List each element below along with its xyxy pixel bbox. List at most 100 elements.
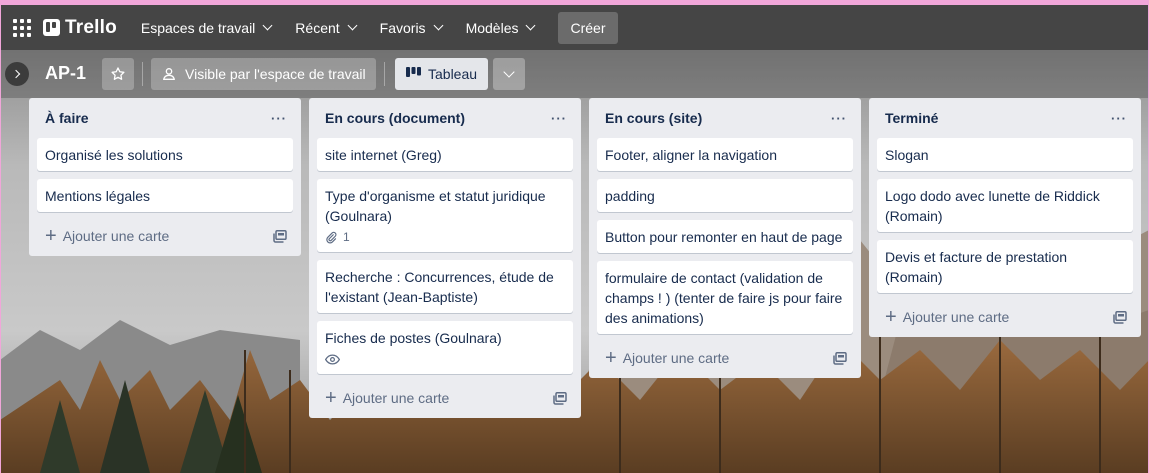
list-menu-button[interactable]: ···: [825, 104, 853, 132]
nav-templates[interactable]: Modèles: [456, 12, 545, 44]
add-card-label: Ajouter une carte: [622, 350, 730, 366]
board-title[interactable]: AP-1: [45, 63, 86, 84]
template-icon[interactable]: [273, 229, 287, 243]
chevron-down-icon: [262, 20, 273, 31]
view-switcher-dropdown[interactable]: [493, 58, 525, 90]
plus-icon: +: [605, 347, 617, 369]
add-card-label: Ajouter une carte: [62, 228, 170, 244]
card-title: site internet (Greg): [325, 147, 442, 163]
list-header: À faire ···: [37, 98, 293, 138]
template-icon[interactable]: [833, 351, 847, 365]
list-menu-button[interactable]: ···: [545, 104, 573, 132]
sidebar-toggle-button[interactable]: [5, 62, 29, 86]
nav-label: Récent: [295, 19, 340, 36]
chevron-down-icon: [526, 20, 536, 31]
list-footer: + Ajouter une carte: [317, 382, 573, 414]
logo-text: Trello: [65, 16, 117, 38]
card-title: Fiches de postes (Goulnara): [325, 330, 502, 346]
chevron-right-icon: [11, 69, 21, 79]
list-header: Terminé ···: [877, 98, 1133, 138]
card[interactable]: Logo dodo avec lunette de Riddick (Romai…: [877, 179, 1133, 232]
divider: [384, 62, 385, 86]
list-en-cours-site: En cours (site) ··· Footer, aligner la n…: [589, 98, 861, 378]
card-title: Slogan: [885, 147, 929, 163]
top-header: Trello Espaces de travail Récent Favoris…: [0, 5, 1149, 50]
card-title: formulaire de contact (validation de cha…: [605, 270, 843, 326]
card[interactable]: Mentions légales: [37, 179, 293, 212]
template-icon[interactable]: [1113, 310, 1127, 324]
add-card-button[interactable]: + Ajouter une carte: [885, 306, 1010, 328]
window-border-top: [0, 0, 1149, 5]
list-title[interactable]: En cours (site): [605, 110, 702, 126]
card-title: Footer, aligner la navigation: [605, 147, 777, 163]
card[interactable]: Button pour remonter en haut de page: [597, 220, 853, 253]
visibility-label: Visible par l'espace de travail: [185, 66, 366, 82]
list-title[interactable]: Terminé: [885, 110, 938, 126]
plus-icon: +: [325, 387, 337, 409]
attachment-badge: 1: [325, 228, 565, 246]
list-en-cours-document: En cours (document) ··· site internet (G…: [309, 98, 581, 418]
list-title[interactable]: En cours (document): [325, 110, 465, 126]
nav-label: Favoris: [379, 19, 426, 36]
watch-badge: [325, 350, 565, 368]
card-title: Organisé les solutions: [45, 147, 183, 163]
card[interactable]: Type d'organisme et statut juridique (Go…: [317, 179, 573, 252]
card[interactable]: Fiches de postes (Goulnara): [317, 321, 573, 374]
add-card-label: Ajouter une carte: [342, 390, 450, 406]
list-a-faire: À faire ··· Organisé les solutions Menti…: [29, 98, 301, 256]
card[interactable]: Slogan: [877, 138, 1133, 171]
card-title: Logo dodo avec lunette de Riddick (Romai…: [885, 188, 1100, 224]
view-label: Tableau: [428, 66, 478, 82]
list-footer: + Ajouter une carte: [37, 220, 293, 252]
add-card-button[interactable]: + Ajouter une carte: [45, 225, 170, 247]
list-header: En cours (site) ···: [597, 98, 853, 138]
nav-label: Espaces de travail: [140, 19, 256, 36]
plus-icon: +: [45, 225, 57, 247]
card-title: padding: [605, 188, 655, 204]
apps-grid-icon[interactable]: [11, 17, 33, 39]
add-card-label: Ajouter une carte: [902, 309, 1010, 325]
board-view-icon: [406, 67, 421, 77]
board-view-button[interactable]: Tableau: [395, 58, 489, 90]
chevron-down-icon: [347, 20, 358, 31]
card[interactable]: Recherche : Concurrences, étude de l'exi…: [317, 260, 573, 313]
chevron-down-icon: [433, 20, 444, 31]
list-footer: + Ajouter une carte: [597, 342, 853, 374]
list-termine: Terminé ··· Slogan Logo dodo avec lunett…: [869, 98, 1141, 337]
list-footer: + Ajouter une carte: [877, 301, 1133, 333]
card[interactable]: Devis et facture de prestation (Romain): [877, 240, 1133, 293]
trello-logo[interactable]: Trello: [43, 17, 117, 39]
board-header: AP-1 Visible par l'espace de travail Tab…: [0, 50, 1149, 98]
trello-logo-icon: [43, 19, 60, 36]
card[interactable]: padding: [597, 179, 853, 212]
card[interactable]: Organisé les solutions: [37, 138, 293, 171]
visibility-button[interactable]: Visible par l'espace de travail: [151, 58, 376, 90]
nav-recent[interactable]: Récent: [285, 12, 365, 44]
people-icon: [163, 68, 175, 80]
card-title: Devis et facture de prestation (Romain): [885, 249, 1068, 285]
nav-workspaces[interactable]: Espaces de travail: [131, 12, 281, 44]
window-border-left: [0, 5, 1, 473]
eye-icon: [325, 353, 340, 365]
divider: [142, 62, 143, 86]
nav-starred[interactable]: Favoris: [370, 12, 452, 44]
card[interactable]: Footer, aligner la navigation: [597, 138, 853, 171]
add-card-button[interactable]: + Ajouter une carte: [325, 387, 450, 409]
card-title: Recherche : Concurrences, étude de l'exi…: [325, 269, 554, 305]
card[interactable]: formulaire de contact (validation de cha…: [597, 261, 853, 334]
card-title: Type d'organisme et statut juridique (Go…: [325, 188, 546, 224]
create-button[interactable]: Créer: [558, 11, 618, 44]
star-icon: [111, 67, 125, 80]
list-menu-button[interactable]: ···: [1105, 104, 1133, 132]
card-title: Button pour remonter en haut de page: [605, 229, 843, 245]
star-board-button[interactable]: [102, 58, 134, 90]
nav-label: Modèles: [465, 19, 519, 36]
plus-icon: +: [885, 306, 897, 328]
add-card-button[interactable]: + Ajouter une carte: [605, 347, 730, 369]
list-title[interactable]: À faire: [45, 110, 89, 126]
list-menu-button[interactable]: ···: [265, 104, 293, 132]
card[interactable]: site internet (Greg): [317, 138, 573, 171]
template-icon[interactable]: [553, 391, 567, 405]
attachment-count: 1: [343, 230, 350, 244]
card-title: Mentions légales: [45, 188, 151, 204]
